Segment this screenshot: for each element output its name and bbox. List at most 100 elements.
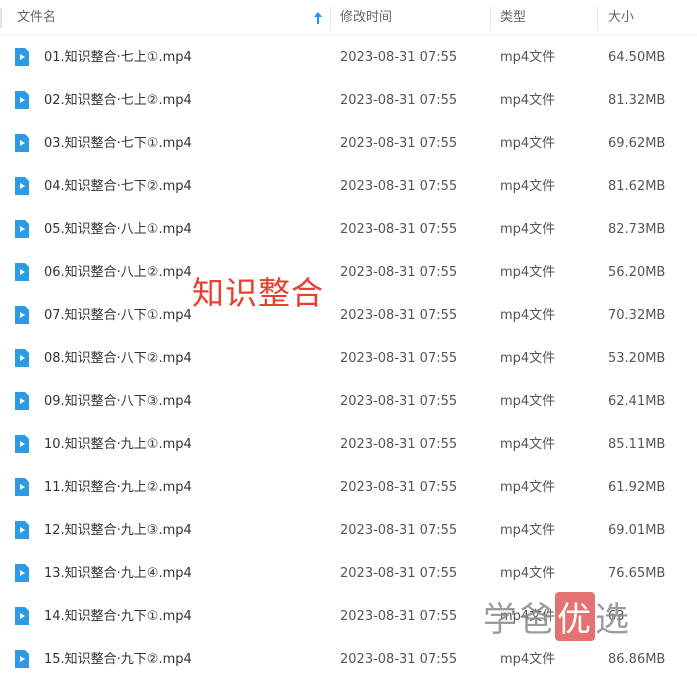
file-type: mp4文件 [500, 265, 556, 280]
file-date: 2023-08-31 07:55 [340, 93, 458, 108]
file-size: 81.32MB [608, 93, 666, 108]
sort-ascending-icon[interactable] [313, 10, 323, 26]
file-row[interactable]: 11.知识整合·九上②.mp4 2023-08-31 07:55 mp4文件 6… [0, 466, 697, 509]
file-size: 53.20MB [608, 351, 666, 366]
watermark-text: 学爸 [483, 600, 555, 640]
file-name[interactable]: 10.知识整合·九上①.mp4 [44, 423, 192, 466]
file-type: mp4文件 [500, 308, 556, 323]
video-file-icon [15, 349, 29, 367]
file-row[interactable]: 10.知识整合·九上①.mp4 2023-08-31 07:55 mp4文件 8… [0, 423, 697, 466]
file-type: mp4文件 [500, 437, 556, 452]
file-row[interactable]: 01.知识整合·七上①.mp4 2023-08-31 07:55 mp4文件 6… [0, 36, 697, 79]
file-date: 2023-08-31 07:55 [340, 351, 458, 366]
file-date: 2023-08-31 07:55 [340, 222, 458, 237]
video-file-icon [15, 306, 29, 324]
file-type: mp4文件 [500, 394, 556, 409]
file-date: 2023-08-31 07:55 [340, 480, 458, 495]
video-file-icon [15, 478, 29, 496]
video-file-icon [15, 607, 29, 625]
file-row[interactable]: 09.知识整合·八下③.mp4 2023-08-31 07:55 mp4文件 6… [0, 380, 697, 423]
file-row[interactable]: 03.知识整合·七下①.mp4 2023-08-31 07:55 mp4文件 6… [0, 122, 697, 165]
video-file-icon [15, 650, 29, 668]
video-file-icon [15, 392, 29, 410]
file-name[interactable]: 03.知识整合·七下①.mp4 [44, 122, 192, 165]
file-date: 2023-08-31 07:55 [340, 394, 458, 409]
column-header-date[interactable]: 修改时间 [340, 0, 392, 36]
watermark-text: 选 [595, 600, 631, 640]
file-date: 2023-08-31 07:55 [340, 437, 458, 452]
overlay-title: 知识整合 [192, 274, 325, 312]
file-type: mp4文件 [500, 652, 556, 667]
file-row[interactable]: 15.知识整合·九下②.mp4 2023-08-31 07:55 mp4文件 8… [0, 638, 697, 677]
file-size: 69.62MB [608, 136, 666, 151]
file-row[interactable]: 05.知识整合·八上①.mp4 2023-08-31 07:55 mp4文件 8… [0, 208, 697, 251]
file-size: 81.62MB [608, 179, 666, 194]
file-date: 2023-08-31 07:55 [340, 652, 458, 667]
file-row[interactable]: 02.知识整合·七上②.mp4 2023-08-31 07:55 mp4文件 8… [0, 79, 697, 122]
file-list-header: 文件名 修改时间 类型 大小 [0, 0, 697, 36]
video-file-icon [15, 521, 29, 539]
file-name[interactable]: 12.知识整合·九上③.mp4 [44, 509, 192, 552]
file-row[interactable]: 06.知识整合·八上②.mp4 2023-08-31 07:55 mp4文件 5… [0, 251, 697, 294]
file-name[interactable]: 15.知识整合·九下②.mp4 [44, 638, 192, 677]
file-name[interactable]: 06.知识整合·八上②.mp4 [44, 251, 192, 294]
file-size: 64.50MB [608, 50, 666, 65]
file-date: 2023-08-31 07:55 [340, 50, 458, 65]
file-date: 2023-08-31 07:55 [340, 265, 458, 280]
file-name[interactable]: 04.知识整合·七下②.mp4 [44, 165, 192, 208]
file-type: mp4文件 [500, 179, 556, 194]
file-type: mp4文件 [500, 566, 556, 581]
file-type: mp4文件 [500, 222, 556, 237]
column-separator[interactable] [597, 6, 598, 30]
video-file-icon [15, 48, 29, 66]
file-size: 85.11MB [608, 437, 666, 452]
file-name[interactable]: 14.知识整合·九下①.mp4 [44, 595, 192, 638]
file-size: 62.41MB [608, 394, 666, 409]
video-file-icon [15, 177, 29, 195]
file-type: mp4文件 [500, 480, 556, 495]
file-row[interactable]: 04.知识整合·七下②.mp4 2023-08-31 07:55 mp4文件 8… [0, 165, 697, 208]
file-type: mp4文件 [500, 136, 556, 151]
file-name[interactable]: 01.知识整合·七上①.mp4 [44, 36, 192, 79]
file-row[interactable]: 07.知识整合·八下①.mp4 2023-08-31 07:55 mp4文件 7… [0, 294, 697, 337]
file-name[interactable]: 02.知识整合·七上②.mp4 [44, 79, 192, 122]
video-file-icon [15, 435, 29, 453]
column-header-name[interactable]: 文件名 [17, 0, 317, 36]
file-date: 2023-08-31 07:55 [340, 609, 458, 624]
file-row[interactable]: 08.知识整合·八下②.mp4 2023-08-31 07:55 mp4文件 5… [0, 337, 697, 380]
file-name[interactable]: 07.知识整合·八下①.mp4 [44, 294, 192, 337]
file-row[interactable]: 13.知识整合·九上④.mp4 2023-08-31 07:55 mp4文件 7… [0, 552, 697, 595]
file-date: 2023-08-31 07:55 [340, 566, 458, 581]
header-left-edge [0, 8, 2, 28]
column-separator[interactable] [490, 6, 491, 30]
file-name[interactable]: 09.知识整合·八下③.mp4 [44, 380, 192, 423]
video-file-icon [15, 564, 29, 582]
column-header-size[interactable]: 大小 [608, 0, 634, 36]
file-size: 56.20MB [608, 265, 666, 280]
watermark-highlight: 优 [555, 592, 595, 641]
file-size: 76.65MB [608, 566, 666, 581]
file-name[interactable]: 13.知识整合·九上④.mp4 [44, 552, 192, 595]
file-row[interactable]: 12.知识整合·九上③.mp4 2023-08-31 07:55 mp4文件 6… [0, 509, 697, 552]
file-size: 61.92MB [608, 480, 666, 495]
file-type: mp4文件 [500, 50, 556, 65]
column-separator[interactable] [330, 6, 331, 30]
file-size: 86.86MB [608, 652, 666, 667]
file-date: 2023-08-31 07:55 [340, 136, 458, 151]
watermark: 学爸优选 [483, 592, 631, 641]
file-type: mp4文件 [500, 351, 556, 366]
file-type: mp4文件 [500, 93, 556, 108]
file-date: 2023-08-31 07:55 [340, 308, 458, 323]
file-type: mp4文件 [500, 523, 556, 538]
video-file-icon [15, 134, 29, 152]
video-file-icon [15, 220, 29, 238]
video-file-icon [15, 91, 29, 109]
file-size: 70.32MB [608, 308, 666, 323]
file-date: 2023-08-31 07:55 [340, 523, 458, 538]
file-name[interactable]: 08.知识整合·八下②.mp4 [44, 337, 192, 380]
file-name[interactable]: 11.知识整合·九上②.mp4 [44, 466, 192, 509]
file-date: 2023-08-31 07:55 [340, 179, 458, 194]
file-name[interactable]: 05.知识整合·八上①.mp4 [44, 208, 192, 251]
column-header-type[interactable]: 类型 [500, 0, 526, 36]
file-size: 82.73MB [608, 222, 666, 237]
